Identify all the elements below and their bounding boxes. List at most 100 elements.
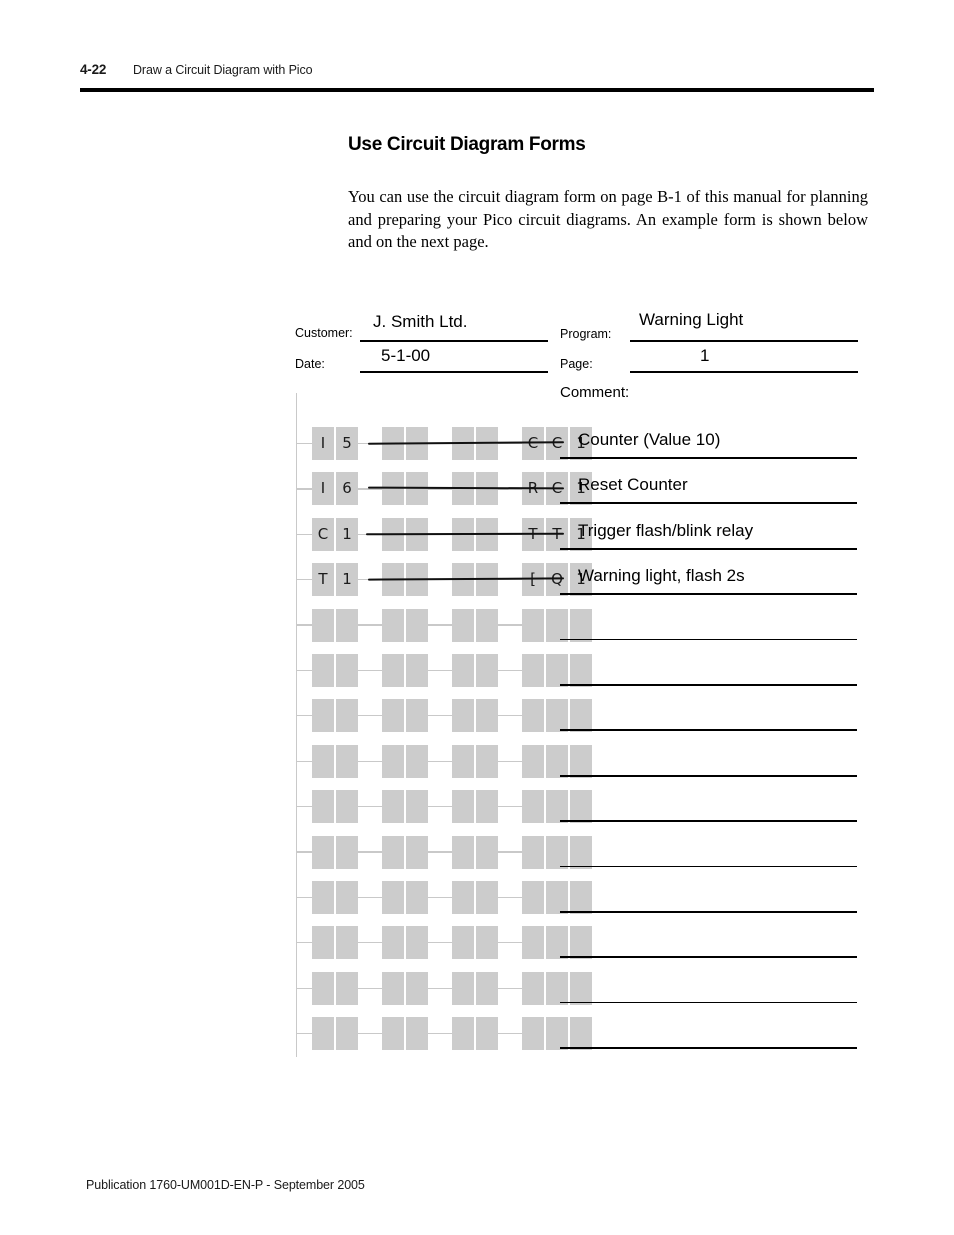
coil-cell[interactable] — [570, 880, 592, 914]
contact-cell[interactable]: 5 — [336, 427, 358, 460]
middle-cell[interactable] — [452, 608, 474, 642]
coil-cell[interactable] — [570, 835, 592, 869]
contact-cell[interactable] — [336, 971, 358, 1005]
coil-cell[interactable] — [546, 744, 568, 778]
middle-cell[interactable] — [406, 880, 428, 914]
middle-cell[interactable] — [382, 472, 404, 506]
contact-cell[interactable] — [312, 971, 334, 1005]
coil-cell[interactable] — [522, 790, 544, 824]
coil-cell[interactable] — [522, 926, 544, 960]
contact-cell[interactable]: I — [312, 472, 334, 506]
middle-cell[interactable] — [382, 653, 404, 687]
coil-cell[interactable] — [522, 608, 544, 642]
contact-cell[interactable] — [336, 1017, 358, 1051]
comment-text[interactable]: Trigger flash/blink relay — [578, 521, 753, 541]
middle-cell[interactable] — [406, 608, 428, 642]
coil-cell[interactable] — [546, 790, 568, 824]
coil-cell[interactable] — [570, 653, 592, 687]
comment-text[interactable]: Warning light, flash 2s — [578, 566, 745, 586]
contact-cell[interactable] — [336, 699, 358, 733]
middle-cell[interactable] — [406, 699, 428, 733]
middle-cell[interactable] — [406, 472, 428, 506]
middle-cell[interactable] — [476, 699, 498, 733]
coil-cell[interactable] — [522, 835, 544, 869]
contact-cell[interactable] — [336, 926, 358, 960]
coil-cell[interactable] — [570, 744, 592, 778]
middle-cell[interactable] — [452, 835, 474, 869]
coil-cell[interactable] — [546, 926, 568, 960]
contact-cell[interactable] — [336, 608, 358, 642]
coil-cell[interactable] — [522, 699, 544, 733]
middle-cell[interactable] — [452, 926, 474, 960]
middle-cell[interactable] — [452, 790, 474, 824]
middle-cell[interactable] — [476, 926, 498, 960]
middle-cell[interactable] — [382, 971, 404, 1005]
middle-cell[interactable] — [452, 880, 474, 914]
coil-cell[interactable] — [546, 1017, 568, 1051]
middle-cell[interactable] — [452, 653, 474, 687]
contact-cell[interactable]: I — [312, 427, 334, 460]
middle-cell[interactable] — [406, 926, 428, 960]
contact-cell[interactable] — [312, 880, 334, 914]
middle-cell[interactable] — [476, 790, 498, 824]
coil-cell[interactable] — [570, 926, 592, 960]
middle-cell[interactable] — [382, 1017, 404, 1051]
contact-cell[interactable] — [336, 880, 358, 914]
middle-cell[interactable] — [406, 835, 428, 869]
contact-cell[interactable] — [312, 926, 334, 960]
coil-cell[interactable] — [546, 880, 568, 914]
middle-cell[interactable] — [382, 790, 404, 824]
contact-cell[interactable] — [312, 653, 334, 687]
middle-cell[interactable] — [476, 880, 498, 914]
coil-cell[interactable]: Q — [546, 563, 568, 597]
coil-cell[interactable] — [546, 653, 568, 687]
coil-cell[interactable] — [546, 608, 568, 642]
middle-cell[interactable] — [476, 1017, 498, 1051]
coil-cell[interactable] — [570, 608, 592, 642]
middle-cell[interactable] — [406, 971, 428, 1005]
middle-cell[interactable] — [382, 608, 404, 642]
contact-cell[interactable] — [336, 790, 358, 824]
middle-cell[interactable] — [406, 1017, 428, 1051]
coil-cell[interactable] — [522, 653, 544, 687]
middle-cell[interactable] — [382, 744, 404, 778]
middle-cell[interactable] — [452, 971, 474, 1005]
contact-cell[interactable] — [312, 1017, 334, 1051]
middle-cell[interactable] — [406, 790, 428, 824]
middle-cell[interactable] — [382, 926, 404, 960]
middle-cell[interactable] — [406, 653, 428, 687]
contact-cell[interactable]: 1 — [336, 517, 358, 551]
coil-cell[interactable] — [522, 880, 544, 914]
contact-cell[interactable]: 6 — [336, 472, 358, 506]
middle-cell[interactable] — [382, 835, 404, 869]
date-value[interactable]: 5-1-00 — [381, 346, 430, 366]
contact-cell[interactable] — [312, 835, 334, 869]
coil-cell[interactable] — [546, 699, 568, 733]
comment-text[interactable]: Counter (Value 10) — [578, 430, 720, 450]
comment-text[interactable]: Reset Counter — [578, 475, 688, 495]
middle-cell[interactable] — [382, 880, 404, 914]
contact-cell[interactable] — [312, 790, 334, 824]
coil-cell[interactable]: C — [546, 427, 568, 460]
coil-cell[interactable] — [570, 971, 592, 1005]
coil-cell[interactable] — [546, 835, 568, 869]
contact-cell[interactable] — [312, 744, 334, 778]
contact-cell[interactable] — [336, 744, 358, 778]
middle-cell[interactable] — [476, 608, 498, 642]
middle-cell[interactable] — [406, 744, 428, 778]
middle-cell[interactable] — [476, 971, 498, 1005]
contact-cell[interactable] — [336, 653, 358, 687]
contact-cell[interactable] — [336, 835, 358, 869]
contact-cell[interactable] — [312, 608, 334, 642]
middle-cell[interactable] — [452, 699, 474, 733]
contact-cell[interactable]: C — [312, 517, 334, 551]
coil-cell[interactable]: [ — [522, 563, 544, 597]
coil-cell[interactable] — [522, 744, 544, 778]
coil-cell[interactable] — [546, 971, 568, 1005]
middle-cell[interactable] — [476, 744, 498, 778]
coil-cell[interactable] — [522, 971, 544, 1005]
contact-cell[interactable]: T — [312, 563, 334, 597]
coil-cell[interactable] — [570, 699, 592, 733]
middle-cell[interactable] — [382, 699, 404, 733]
middle-cell[interactable] — [476, 835, 498, 869]
